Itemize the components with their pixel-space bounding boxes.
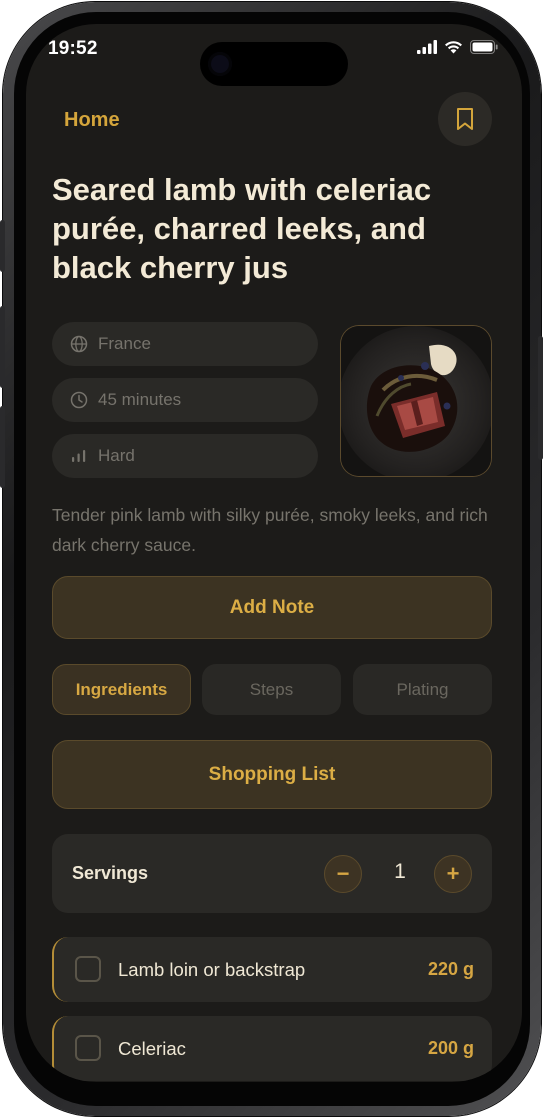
servings-count: 1 bbox=[394, 860, 406, 883]
front-camera bbox=[208, 52, 232, 76]
status-time: 19:52 bbox=[48, 38, 98, 59]
wifi-icon bbox=[445, 41, 462, 54]
tab-steps[interactable]: Steps bbox=[202, 664, 341, 715]
dish-photo bbox=[341, 326, 491, 476]
app-screen: 19:52 Home Seared lamb with celeriac pur… bbox=[26, 24, 522, 1082]
ingredient-checkbox[interactable] bbox=[75, 1035, 101, 1061]
tab-plating[interactable]: Plating bbox=[353, 664, 492, 715]
duration-text: 45 minutes bbox=[98, 390, 182, 409]
decrease-servings-button[interactable]: − bbox=[324, 855, 362, 893]
difficulty-text: Hard bbox=[98, 446, 135, 465]
back-link-home[interactable]: Home bbox=[64, 109, 120, 132]
bookmark-button[interactable] bbox=[438, 92, 492, 146]
battery-icon bbox=[470, 40, 498, 54]
recipe-description: Tender pink lamb with silky purée, smoky… bbox=[52, 505, 488, 555]
signal-icon bbox=[417, 40, 437, 54]
bookmark-icon bbox=[457, 108, 473, 130]
shopping-list-button[interactable]: Shopping List bbox=[52, 740, 492, 809]
origin-pill: France bbox=[52, 322, 318, 366]
status-bar: 19:52 bbox=[26, 24, 522, 86]
clock-icon bbox=[70, 391, 88, 409]
plus-icon: + bbox=[446, 861, 460, 886]
volume-down-button bbox=[0, 406, 5, 488]
ingredient-amount: 220 g bbox=[427, 959, 474, 979]
recipe-tabs: Ingredients Steps Plating bbox=[52, 664, 492, 715]
duration-pill: 45 minutes bbox=[52, 378, 318, 422]
power-button bbox=[538, 336, 543, 460]
recipe-title: Seared lamb with celeriac purée, charred… bbox=[52, 172, 432, 285]
status-icons bbox=[417, 40, 498, 54]
add-note-button[interactable]: Add Note bbox=[52, 576, 492, 639]
globe-icon bbox=[70, 335, 88, 353]
tab-ingredients[interactable]: Ingredients bbox=[52, 664, 191, 715]
ingredient-name: Lamb loin or backstrap bbox=[118, 959, 306, 980]
ingredient-row[interactable]: Lamb loin or backstrap 220 g bbox=[52, 937, 492, 1002]
minus-icon: − bbox=[336, 861, 350, 886]
ingredient-name: Celeriac bbox=[118, 1038, 186, 1059]
dynamic-island bbox=[200, 42, 348, 86]
difficulty-pill: Hard bbox=[52, 434, 318, 478]
ingredient-amount: 200 g bbox=[427, 1038, 474, 1058]
ingredient-checkbox[interactable] bbox=[75, 956, 101, 982]
servings-label: Servings bbox=[72, 863, 149, 883]
origin-text: France bbox=[98, 334, 151, 353]
bars-icon bbox=[72, 450, 86, 462]
increase-servings-button[interactable]: + bbox=[434, 855, 472, 893]
servings-card: Servings − 1 + bbox=[52, 834, 492, 913]
volume-up-button bbox=[0, 306, 5, 388]
ingredient-row[interactable]: Celeriac 200 g bbox=[52, 1016, 492, 1081]
action-button bbox=[0, 220, 5, 272]
